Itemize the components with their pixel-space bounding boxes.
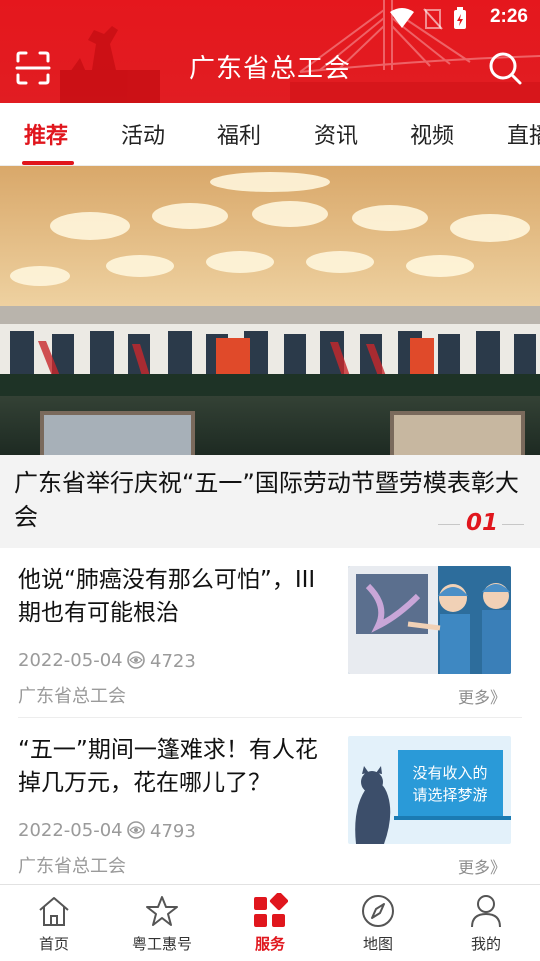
news-title: “五一”期间一篷难求！有人花掉几万元，花在哪儿了？ [18, 737, 318, 796]
tab-benefits[interactable]: 福利 [217, 118, 261, 150]
news-view-count: 4793 [150, 821, 196, 842]
status-icons [388, 6, 474, 36]
eye-icon [127, 651, 145, 669]
news-date: 2022-05-04 [18, 820, 123, 841]
hero-page-indicator: 01 [438, 510, 528, 538]
thumb-text-line2: 请选择梦游 [412, 786, 487, 804]
services-icon [254, 893, 288, 927]
home-icon [39, 897, 69, 926]
news-date: 2022-05-04 [18, 650, 123, 671]
nav-label: 地图 [362, 935, 393, 953]
status-time: 2:26 [489, 6, 528, 27]
news-thumbnail [348, 566, 511, 674]
hero-image [0, 166, 540, 455]
news-thumbnail: 没有收入的 请选择梦游 [348, 736, 511, 844]
user-icon [471, 895, 501, 928]
more-link[interactable]: 更多》 [458, 684, 506, 708]
search-icon [489, 52, 522, 85]
bottom-navigation: 首页 粤工惠号 服务 地图 我的 [0, 884, 540, 960]
nav-yuegonghui[interactable]: 粤工惠号 [108, 885, 216, 961]
nav-map[interactable]: 地图 [324, 885, 432, 961]
tab-activities[interactable]: 活动 [121, 118, 165, 150]
nav-home[interactable]: 首页 [0, 885, 108, 961]
search-button[interactable] [486, 49, 524, 87]
nav-label: 我的 [470, 935, 501, 953]
status-bar: 2:26 [0, 0, 540, 38]
news-title: 他说“肺癌没有那么可怕”，III期也有可能根治 [18, 567, 316, 626]
news-item[interactable]: 他说“肺癌没有那么可怕”，III期也有可能根治 2022-05-04 4723 … [0, 548, 540, 718]
nav-mine[interactable]: 我的 [432, 885, 540, 961]
app-header: 2:26 广东省总工会 [0, 0, 540, 103]
wifi-battery-icon [390, 7, 466, 30]
nav-label: 服务 [254, 935, 285, 953]
thumb-text-line1: 没有收入的 [412, 764, 487, 782]
page-title: 广东省总工会 [188, 54, 351, 84]
tab-video[interactable]: 视频 [410, 118, 454, 150]
news-source: 广东省总工会 [18, 686, 126, 707]
category-tabs: 推荐 活动 福利 资讯 视频 直播 [0, 103, 540, 166]
active-tab-indicator [22, 161, 74, 165]
eye-icon [127, 821, 145, 839]
tab-live[interactable]: 直播 [507, 118, 540, 150]
tab-news[interactable]: 资讯 [314, 118, 358, 150]
nav-label: 粤工惠号 [131, 935, 192, 953]
news-item[interactable]: “五一”期间一篷难求！有人花掉几万元，花在哪儿了？ 2022-05-04 479… [0, 718, 540, 888]
tab-recommend[interactable]: 推荐 [24, 118, 68, 150]
nav-label: 首页 [38, 935, 69, 953]
news-view-count: 4723 [150, 651, 196, 672]
nav-services[interactable]: 服务 [216, 885, 324, 961]
star-icon [146, 896, 178, 926]
news-source: 广东省总工会 [18, 856, 126, 877]
news-views: 4793 [126, 820, 196, 842]
hero-banner[interactable]: 广东省举行庆祝“五一”国际劳动节暨劳模表彰大会 01 [0, 166, 540, 548]
hero-index-number: 01 [466, 510, 499, 536]
indicator-line-right [502, 524, 524, 525]
compass-icon [362, 895, 394, 927]
indicator-line-left [438, 524, 460, 525]
more-link[interactable]: 更多》 [458, 854, 506, 878]
news-views: 4723 [126, 650, 196, 672]
